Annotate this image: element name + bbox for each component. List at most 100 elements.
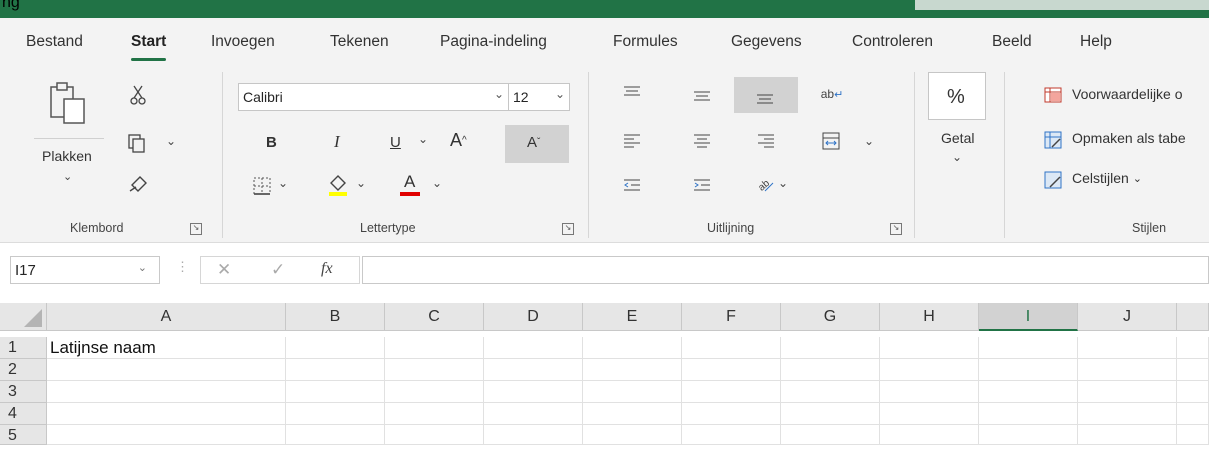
name-box-chevron-down-icon[interactable]: ⌄ (138, 261, 147, 274)
grid-cell[interactable] (781, 425, 880, 445)
grid-cell[interactable] (1177, 381, 1209, 403)
number-button[interactable]: Getal (941, 130, 974, 146)
grid-cell[interactable] (781, 381, 880, 403)
grid-cell[interactable] (1078, 337, 1177, 359)
conditional-formatting-button[interactable]: Voorwaardelijke o (1072, 86, 1183, 102)
underline-chevron-down-icon[interactable]: ⌄ (418, 132, 428, 146)
grid-cell[interactable] (880, 425, 979, 445)
grid-cell[interactable] (1078, 381, 1177, 403)
column-header-e[interactable]: E (583, 303, 682, 331)
grid-cell[interactable] (286, 403, 385, 425)
copy-chevron-down-icon[interactable]: ⌄ (166, 134, 176, 148)
grid-cell[interactable] (385, 425, 484, 445)
grid-cell[interactable] (583, 359, 682, 381)
title-bar-search-area[interactable] (915, 0, 1209, 10)
grid-cell[interactable] (47, 359, 286, 381)
column-header-d[interactable]: D (484, 303, 583, 331)
tab-beeld[interactable]: Beeld (992, 33, 1032, 51)
italic-button[interactable]: I (334, 132, 340, 152)
number-format-button[interactable]: % (928, 72, 986, 120)
paste-chevron-down-icon[interactable]: ⌄ (63, 170, 72, 183)
row-header-4[interactable]: 4 (0, 403, 47, 425)
merge-center-icon[interactable] (820, 130, 842, 152)
grid-cell[interactable] (979, 381, 1078, 403)
formula-input[interactable] (362, 256, 1209, 284)
wrap-text-icon[interactable]: ab ↵ (820, 82, 844, 106)
font-name-combo[interactable]: Calibri ⌄ (238, 83, 509, 111)
conditional-formatting-icon[interactable] (1043, 86, 1063, 104)
grid-cell[interactable] (682, 359, 781, 381)
grid-cell[interactable] (1078, 359, 1177, 381)
borders-icon[interactable] (252, 176, 272, 196)
grid-cell[interactable] (286, 425, 385, 445)
grid-cell[interactable] (286, 359, 385, 381)
grid-cell[interactable] (781, 359, 880, 381)
column-header-j[interactable]: J (1078, 303, 1177, 331)
tab-controleren[interactable]: Controleren (852, 33, 933, 51)
grid-cell[interactable] (1177, 403, 1209, 425)
name-box[interactable]: I17 ⌄ (10, 256, 160, 284)
tab-formules[interactable]: Formules (613, 33, 678, 51)
grid-cell[interactable] (47, 403, 286, 425)
grid-cell[interactable] (583, 381, 682, 403)
format-as-table-icon[interactable] (1043, 130, 1063, 150)
copy-icon[interactable] (126, 132, 148, 154)
grid-cell[interactable] (484, 337, 583, 359)
row-header-3[interactable]: 3 (0, 381, 47, 403)
tab-bestand[interactable]: Bestand (26, 33, 83, 51)
grid-cell[interactable] (484, 359, 583, 381)
grid-cell[interactable] (583, 337, 682, 359)
grid-cell[interactable] (484, 403, 583, 425)
paste-button[interactable]: Plakken (42, 148, 92, 164)
grid-cell[interactable] (979, 359, 1078, 381)
grid-cell[interactable] (385, 403, 484, 425)
number-chevron-down-icon[interactable]: ⌄ (952, 150, 962, 164)
fill-color-chevron-down-icon[interactable]: ⌄ (356, 176, 366, 190)
underline-button[interactable]: U (390, 134, 401, 151)
grid-cell[interactable] (979, 337, 1078, 359)
column-header-f[interactable]: F (682, 303, 781, 331)
insert-function-icon[interactable]: fx (321, 260, 333, 278)
grid-cell[interactable] (385, 381, 484, 403)
font-size-combo[interactable]: 12 ⌄ (508, 83, 570, 111)
paste-icon[interactable] (44, 80, 92, 126)
grid-cell[interactable] (880, 381, 979, 403)
cut-icon[interactable] (128, 84, 148, 106)
merge-chevron-down-icon[interactable]: ⌄ (864, 134, 874, 148)
grid-cell[interactable] (880, 403, 979, 425)
cell-a1[interactable]: Latijnse naam (47, 337, 286, 359)
font-color-icon[interactable]: A (398, 170, 422, 198)
grid-cell[interactable] (1078, 425, 1177, 445)
decrease-indent-icon[interactable] (622, 176, 642, 194)
cancel-icon[interactable]: ✕ (217, 260, 231, 280)
cell-styles-button[interactable]: Celstijlen ⌄ (1072, 170, 1142, 186)
grid-cell[interactable] (880, 337, 979, 359)
grid-cell[interactable] (979, 403, 1078, 425)
grid-cell[interactable] (583, 403, 682, 425)
alignment-launcher-icon[interactable]: ↘ (890, 223, 902, 235)
grid-cell[interactable] (781, 403, 880, 425)
align-top-icon[interactable] (622, 84, 642, 100)
enter-icon[interactable]: ✓ (271, 260, 285, 280)
grid-cell[interactable] (1078, 403, 1177, 425)
align-right-icon[interactable] (756, 132, 776, 150)
font-name-chevron-down-icon[interactable]: ⌄ (494, 87, 504, 101)
column-header-a[interactable]: A (47, 303, 286, 331)
font-size-chevron-down-icon[interactable]: ⌄ (555, 87, 565, 101)
grid-cell[interactable] (880, 359, 979, 381)
cell-styles-icon[interactable] (1043, 170, 1063, 190)
font-launcher-icon[interactable]: ↘ (562, 223, 574, 235)
column-header-c[interactable]: C (385, 303, 484, 331)
align-left-icon[interactable] (622, 132, 642, 150)
grid-cell[interactable] (385, 359, 484, 381)
format-painter-icon[interactable] (128, 172, 150, 194)
increase-indent-icon[interactable] (692, 176, 712, 194)
formula-bar-splitter-icon[interactable]: ⋮ (176, 259, 189, 275)
decrease-font-size-button[interactable]: Aˇ (527, 134, 540, 151)
column-header-k[interactable] (1177, 303, 1209, 331)
increase-font-size-button[interactable]: A ^ (450, 130, 467, 151)
font-color-chevron-down-icon[interactable]: ⌄ (432, 176, 442, 190)
grid-cell[interactable] (484, 425, 583, 445)
tab-tekenen[interactable]: Tekenen (330, 33, 389, 51)
tab-gegevens[interactable]: Gegevens (731, 33, 802, 51)
